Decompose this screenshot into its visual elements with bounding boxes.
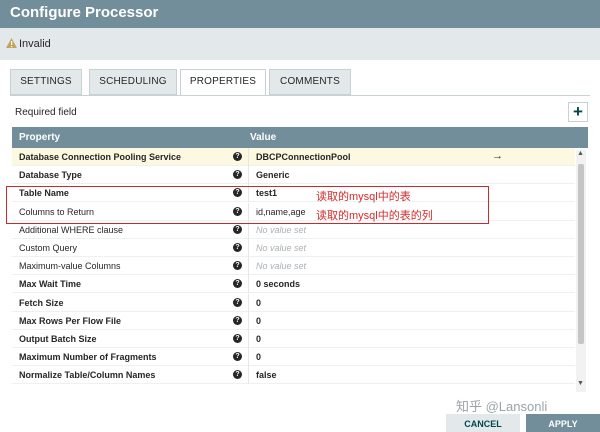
property-value[interactable]: No value set — [256, 243, 306, 253]
help-icon[interactable]: ? — [233, 243, 242, 252]
property-value[interactable]: false — [256, 370, 277, 380]
help-icon[interactable]: ? — [233, 152, 242, 161]
annotation-table-name: 读取的mysql中的表 — [316, 191, 411, 203]
property-name: Database Type — [19, 170, 82, 181]
property-row[interactable]: Maximum-value Columns? No value set — [12, 257, 575, 276]
property-grid: Database Connection Pooling Service? DBCP… — [12, 148, 575, 392]
property-name: Normalize Table/Column Names — [19, 370, 156, 381]
column-divider — [248, 366, 249, 385]
apply-button[interactable]: APPLY — [526, 414, 600, 432]
property-value[interactable]: 0 — [256, 352, 261, 362]
help-icon[interactable]: ? — [233, 261, 242, 271]
property-name: Custom Query — [19, 243, 78, 253]
property-row[interactable]: Fetch Size? 0 — [12, 293, 575, 312]
validation-status-bar: Invalid — [0, 28, 600, 60]
scroll-up-icon[interactable]: ▲ — [577, 150, 584, 157]
tab-comments[interactable]: COMMENTS — [269, 69, 351, 95]
property-value[interactable]: 0 seconds — [256, 279, 300, 289]
tab-scheduling[interactable]: SCHEDULING — [89, 69, 177, 95]
required-field-label: Required field — [15, 107, 77, 118]
property-row[interactable]: Max Rows Per Flow File? 0 — [12, 311, 575, 330]
property-value[interactable]: No value set — [256, 225, 306, 235]
grid-scrollbar[interactable]: ▲ ▼ — [576, 150, 586, 392]
property-row[interactable]: Maximum Number of Fragments? 0 — [12, 348, 575, 367]
dialog-title: Configure Processor — [10, 4, 159, 21]
column-divider — [248, 293, 249, 312]
help-icon[interactable]: ? — [233, 334, 242, 343]
help-icon[interactable]: ? — [233, 370, 242, 380]
warning-icon — [6, 38, 17, 48]
property-value[interactable]: 0 — [256, 334, 261, 344]
property-row[interactable]: Max Wait Time? 0 seconds — [12, 275, 575, 294]
property-value[interactable]: Generic — [256, 170, 290, 180]
help-icon[interactable]: ? — [233, 352, 242, 362]
help-icon[interactable]: ? — [233, 279, 242, 289]
property-name: Output Batch Size — [19, 334, 97, 344]
cancel-button[interactable]: CANCEL — [446, 414, 520, 432]
column-divider — [248, 148, 249, 166]
help-icon[interactable]: ? — [233, 170, 242, 180]
column-divider — [248, 348, 249, 367]
watermark: 知乎 @Lansonli — [456, 399, 548, 414]
help-icon[interactable]: ? — [233, 297, 242, 307]
tab-properties[interactable]: PROPERTIES — [180, 69, 266, 96]
property-value[interactable]: 0 — [256, 316, 261, 326]
help-icon[interactable]: ? — [233, 224, 242, 234]
property-value[interactable]: 0 — [256, 298, 261, 308]
column-divider — [248, 330, 249, 348]
property-row[interactable]: Normalize Table/Column Names? false — [12, 366, 575, 385]
property-value[interactable]: DBCPConnectionPool — [256, 152, 351, 162]
plus-icon: + — [573, 102, 583, 121]
property-column-header: Property — [19, 132, 61, 143]
property-name: Max Wait Time — [19, 279, 82, 290]
column-divider — [248, 275, 249, 294]
value-column-header: Value — [250, 132, 277, 143]
go-to-service-icon[interactable]: → — [492, 150, 503, 162]
property-name: Maximum-value Columns — [19, 261, 121, 272]
column-divider — [248, 311, 249, 330]
property-name: Max Rows Per Flow File — [19, 315, 122, 326]
annotation-columns: 读取的mysql中的表的列 — [316, 210, 433, 222]
tab-settings[interactable]: SETTINGS — [10, 69, 82, 95]
property-row[interactable]: Output Batch Size? 0 — [12, 330, 575, 348]
property-name: Additional WHERE clause — [19, 224, 124, 235]
property-grid-header: Property Value — [12, 127, 588, 148]
scroll-thumb[interactable] — [578, 164, 584, 344]
property-row[interactable]: Database Connection Pooling Service? DBCP… — [12, 148, 575, 166]
property-row[interactable]: Database Type? Generic — [12, 166, 575, 185]
scroll-down-icon[interactable]: ▼ — [577, 380, 584, 387]
property-name: Fetch Size — [19, 297, 64, 308]
property-value[interactable]: No value set — [256, 261, 306, 271]
property-name: Database Connection Pooling Service — [19, 152, 182, 162]
property-name: Maximum Number of Fragments — [19, 352, 157, 363]
property-row[interactable]: Custom Query? No value set — [12, 239, 575, 257]
column-divider — [248, 239, 249, 257]
add-property-button[interactable]: + — [568, 102, 588, 122]
column-divider — [248, 257, 249, 276]
help-icon[interactable]: ? — [233, 315, 242, 325]
dialog-header: Configure Processor — [0, 0, 600, 28]
column-divider — [248, 166, 249, 185]
status-text: Invalid — [19, 38, 51, 50]
tab-underline — [10, 95, 590, 96]
